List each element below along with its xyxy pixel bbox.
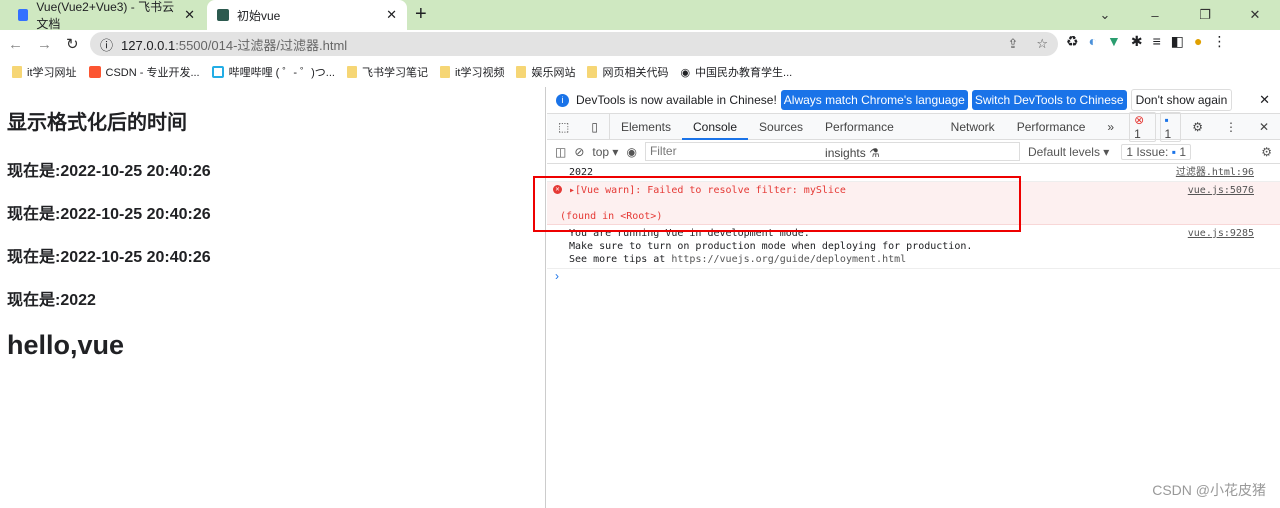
doc-icon [18, 9, 29, 21]
back-button[interactable]: ← [8, 36, 23, 53]
always-match-language-button[interactable]: Always match Chrome's language [780, 90, 968, 110]
tab-vue[interactable]: 初始vue ✕ [207, 0, 407, 30]
context-select[interactable]: top ▾ [592, 145, 618, 159]
source-link[interactable]: vue.js:9285 [1188, 227, 1254, 240]
csdn-icon [88, 66, 101, 78]
puzzle-icon[interactable]: ✱ [1131, 33, 1143, 50]
tab-search-icon[interactable]: ⌄ [1080, 7, 1130, 23]
tab-elements[interactable]: Elements [610, 114, 682, 140]
error-icon: ✕ [553, 185, 562, 194]
more-options-icon[interactable]: ⋮ [1214, 114, 1248, 140]
hello-heading: hello,vue [7, 330, 125, 360]
tab-sources[interactable]: Sources [748, 114, 814, 140]
forward-button[interactable]: → [37, 36, 52, 53]
folder-icon [516, 66, 527, 78]
close-window-button[interactable]: ✕ [1230, 7, 1280, 23]
media-icon[interactable]: ≡ [1153, 33, 1161, 50]
reload-button[interactable]: ↻ [66, 35, 79, 53]
maximize-button[interactable]: ❐ [1180, 7, 1230, 23]
folder-icon [346, 66, 357, 78]
switch-to-chinese-button[interactable]: Switch DevTools to Chinese [971, 90, 1127, 110]
bookmark[interactable]: it学习视频 [439, 64, 504, 80]
time-line: 现在是:2022-10-25 20:40:26 [7, 206, 211, 223]
error-count-badge[interactable]: ⊗ 1 [1129, 111, 1156, 142]
console-toolbar: ◫ ⊘ top ▾ ◉ Filter Default levels ▾ 1 Is… [547, 140, 1280, 164]
bookmark[interactable]: ◉ 中国民办教育学生... [680, 64, 792, 80]
minimize-button[interactable]: – [1130, 8, 1180, 23]
share-icon[interactable]: ⇪ [1007, 36, 1018, 52]
issues-button[interactable]: 1 Issue: ▪ 1 [1121, 143, 1192, 160]
time-line: 现在是:2022-10-25 20:40:26 [7, 163, 211, 180]
devtools-panel: i DevTools is now available in Chinese! … [547, 87, 1280, 508]
bookmark[interactable]: CSDN - 专业开发... [88, 64, 200, 80]
close-devtools-icon[interactable]: ✕ [1248, 114, 1280, 140]
tab-strip: Vue(Vue2+Vue3) - 飞书云文档 ✕ 初始vue ✕ + ⌄ – ❐ ✕ [0, 0, 1280, 31]
tab-performance[interactable]: Performance [1006, 114, 1097, 140]
inspect-icon[interactable]: ⬚ [547, 114, 580, 140]
sidebar-toggle-icon[interactable]: ◫ [555, 145, 566, 159]
bookmark[interactable]: 哔哩哔哩 ( ゜- ゜)つ... [211, 64, 335, 80]
devtools-tabs: ⬚ ▯ Elements Console Sources Performance… [547, 111, 1280, 160]
bookmark[interactable]: 网页相关代码 [587, 64, 668, 80]
time-line: 现在是:2022-10-25 20:40:26 [7, 249, 211, 266]
filter-input[interactable]: Filter [644, 142, 1020, 161]
bookmark-star-icon[interactable]: ☆ [1036, 36, 1048, 52]
console-settings-icon[interactable]: ⚙ [1261, 145, 1272, 159]
message-icon: ▪ [1171, 144, 1176, 159]
time-line: 现在是:2022 [7, 292, 96, 309]
more-tabs-icon[interactable]: » [1096, 114, 1125, 140]
close-icon[interactable]: ✕ [1259, 92, 1270, 108]
avatar[interactable]: ● [1194, 33, 1202, 50]
extension-icon[interactable]: ◐ [1089, 33, 1097, 50]
folder-icon [12, 66, 22, 78]
close-tab-icon[interactable]: ✕ [184, 7, 195, 23]
folder-icon [587, 66, 598, 78]
dont-show-again-button[interactable]: Don't show again [1130, 89, 1233, 111]
close-tab-icon[interactable]: ✕ [386, 7, 397, 23]
error-icon: ⊗ [1134, 112, 1145, 127]
message-icon: ▪ [1164, 112, 1169, 127]
tab-network[interactable]: Network [940, 114, 1006, 140]
clear-console-icon[interactable]: ⊘ [574, 145, 584, 159]
page-heading: 显示格式化后的时间 [7, 112, 187, 134]
settings-icon[interactable]: ⚙ [1181, 114, 1214, 140]
new-tab-button[interactable]: + [415, 3, 427, 26]
sidebar-icon[interactable]: ◧ [1171, 33, 1184, 50]
bookmark[interactable]: it学习网址 [12, 64, 77, 80]
tab-feishu[interactable]: Vue(Vue2+Vue3) - 飞书云文档 ✕ [8, 0, 205, 31]
source-link[interactable]: 过滤器.html:96 [1176, 166, 1254, 179]
eye-icon[interactable]: ◉ [626, 145, 636, 159]
vue-devtools-icon[interactable]: ▼ [1107, 33, 1121, 50]
tab-performance-insights[interactable]: Performance insights ⚗ [814, 114, 940, 160]
address-bar[interactable]: ⓘ 127.0.0.1:5500/014-过滤器/过滤器.html ⇪ ☆ [90, 32, 1058, 56]
source-link[interactable]: vue.js:5076 [1188, 184, 1254, 197]
vue-favicon [217, 9, 229, 21]
tab-console[interactable]: Console [681, 114, 749, 140]
folder-icon [439, 66, 450, 78]
device-toolbar-icon[interactable]: ▯ [580, 113, 610, 140]
bookmark[interactable]: 飞书学习笔记 [346, 64, 428, 80]
info-icon: i [556, 93, 569, 107]
levels-dropdown[interactable]: Default levels ▾ [1028, 145, 1109, 159]
globe-icon: ◉ [680, 66, 691, 79]
deployment-link[interactable]: https://vuejs.org/guide/deployment.html [671, 254, 906, 265]
watermark: CSDN @小花皮猪 [1152, 482, 1266, 498]
console-error[interactable]: ✕ ▸[Vue warn]: Failed to resolve filter: … [547, 182, 1280, 225]
info-icon[interactable]: ⓘ [100, 35, 113, 54]
console-prompt[interactable]: › [547, 269, 1280, 283]
bilibili-icon [211, 66, 224, 78]
console-message: 2022 过滤器.html:96 [547, 164, 1280, 182]
language-infobar: i DevTools is now available in Chinese! … [547, 87, 1280, 114]
bookmark[interactable]: 娱乐网站 [516, 64, 575, 80]
recycle-extension-icon[interactable]: ♻ [1066, 33, 1079, 50]
page-content: 显示格式化后的时间 现在是:2022-10-25 20:40:26 现在是:20… [0, 87, 546, 508]
console-message: You are running Vue in development mode.… [547, 225, 1280, 269]
menu-icon[interactable]: ⋮ [1213, 33, 1227, 50]
bookmarks-bar: it学习网址 CSDN - 专业开发... 哔哩哔哩 ( ゜- ゜)つ... 飞… [0, 60, 1280, 84]
message-count-badge[interactable]: ▪ 1 [1159, 111, 1182, 142]
